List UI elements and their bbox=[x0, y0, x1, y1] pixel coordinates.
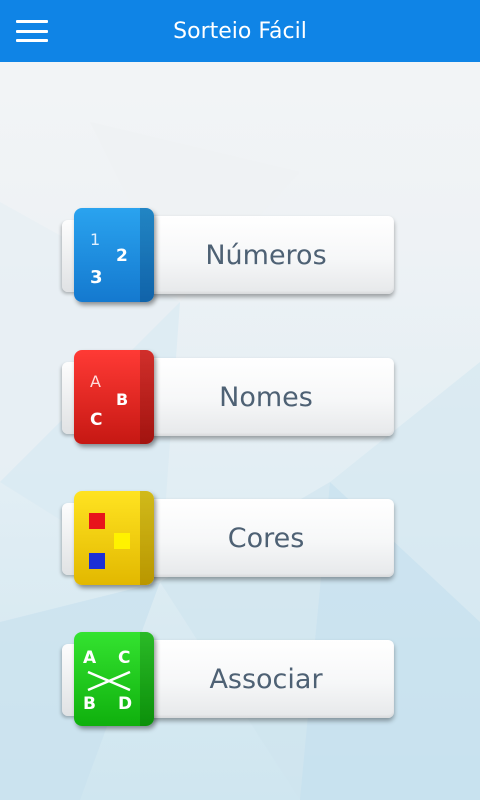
menu-line bbox=[16, 39, 48, 42]
app-bar: Sorteio Fácil bbox=[0, 0, 480, 62]
menu-item-label: Números bbox=[205, 239, 327, 271]
menu-item-nomes[interactable]: A B C Nomes bbox=[62, 350, 394, 446]
menu-item-label: Cores bbox=[227, 522, 305, 554]
cross-lines-icon bbox=[87, 670, 131, 692]
icon-glyph: 3 bbox=[90, 267, 103, 288]
menu-line bbox=[16, 20, 48, 23]
icon-glyph: C bbox=[118, 648, 131, 668]
icon-glyph: C bbox=[90, 410, 103, 430]
app-title: Sorteio Fácil bbox=[173, 18, 307, 44]
icon-glyph: 2 bbox=[116, 246, 128, 266]
menu-item-associar[interactable]: A C B D Associar bbox=[62, 632, 394, 728]
menu-item-label: Nomes bbox=[219, 381, 313, 413]
yellow-square bbox=[114, 533, 130, 549]
icon-glyph: B bbox=[116, 390, 129, 409]
icon-glyph: A bbox=[90, 372, 101, 391]
blue-square bbox=[89, 553, 105, 569]
menu-item-numeros[interactable]: 1 2 3 Números bbox=[62, 208, 394, 304]
icon-glyph: A bbox=[83, 648, 97, 668]
menu-item-label: Associar bbox=[209, 663, 323, 695]
icon-glyph: 1 bbox=[90, 230, 101, 249]
menu-line bbox=[16, 29, 48, 33]
icon-glyph: B bbox=[83, 694, 96, 714]
icon-glyph: D bbox=[118, 694, 133, 714]
red-square bbox=[89, 513, 105, 529]
menu-item-cores[interactable]: Cores bbox=[62, 491, 394, 587]
hamburger-menu-icon[interactable] bbox=[16, 16, 48, 46]
